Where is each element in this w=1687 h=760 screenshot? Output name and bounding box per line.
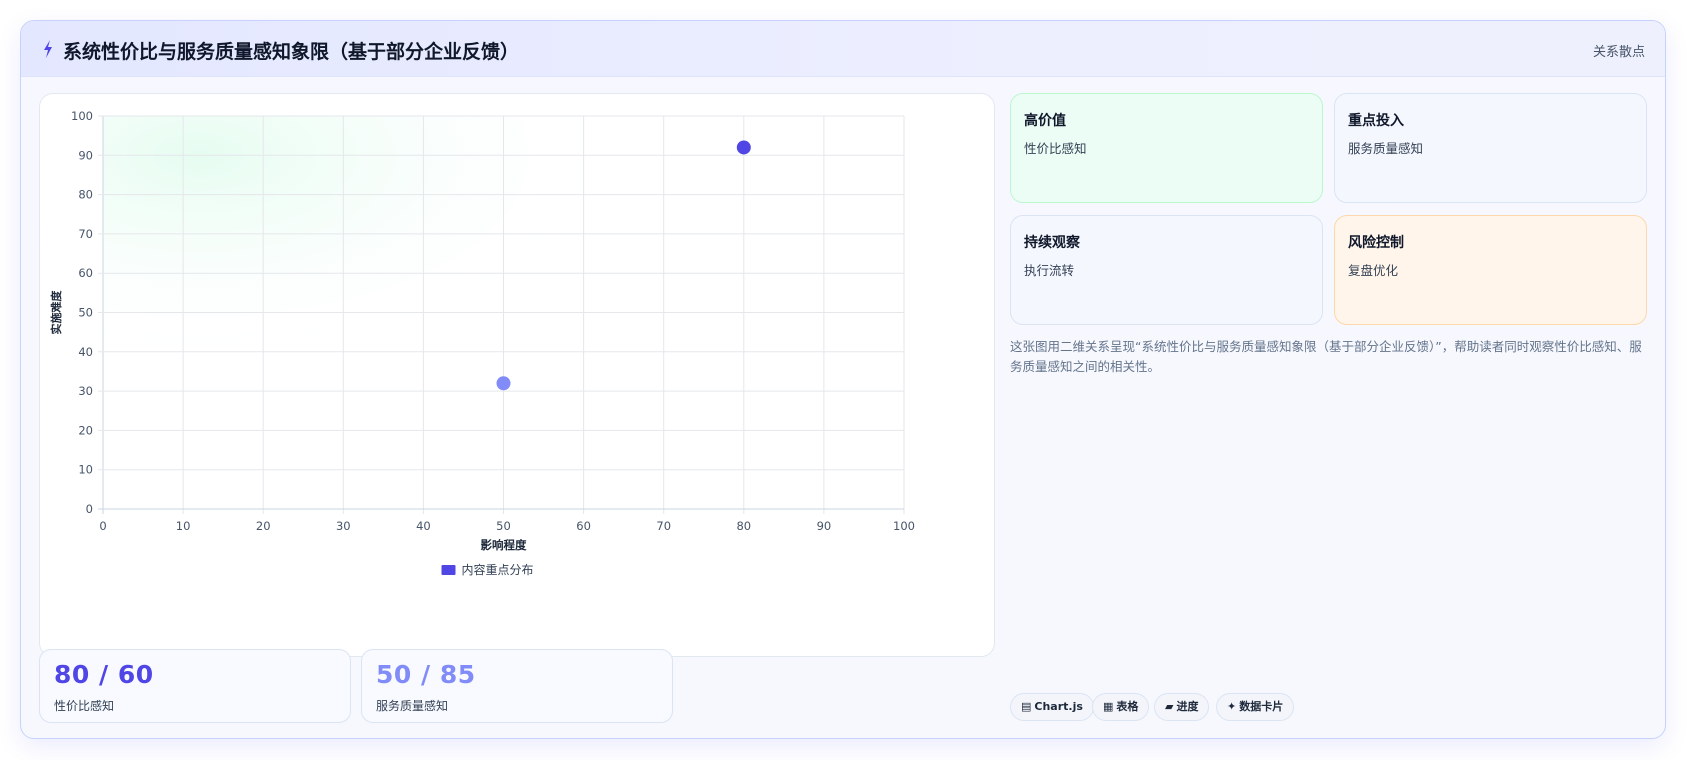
kpi-label: 性价比感知 [54, 699, 115, 713]
x-tick-label: 80 [736, 519, 751, 533]
lightning-icon [44, 40, 52, 58]
quadrant-subtitle: 执行流转 [1024, 263, 1075, 278]
kpi-card-service-perception: 50 / 85 服务质量感知 [361, 649, 673, 723]
quadrant-title: 重点投入 [1348, 113, 1404, 129]
y-tick-label: 70 [78, 227, 93, 241]
x-tick-label: 30 [336, 519, 351, 533]
quadrant-card-risk-control: 风险控制 复盘优化 [1334, 215, 1647, 325]
y-tick-label: 60 [78, 266, 93, 280]
y-tick-label: 30 [78, 384, 93, 398]
x-tick-label: 50 [496, 519, 511, 533]
kpi-label: 服务质量感知 [376, 699, 449, 713]
y-tick-label: 0 [86, 502, 93, 516]
scatter-point[interactable] [736, 140, 751, 155]
kpi-card-value-perception: 80 / 60 性价比感知 [39, 649, 351, 723]
y-tick-label: 80 [78, 188, 93, 202]
quadrant-subtitle: 服务质量感知 [1348, 141, 1424, 156]
page-title: 系统性价比与服务质量感知象限（基于部分企业反馈） [63, 41, 520, 63]
chip-label: 进度 [1176, 700, 1199, 713]
chip-data-card[interactable]: ✦ 数据卡片 [1216, 693, 1295, 721]
chart-type-tag: 关系散点 [1592, 45, 1645, 60]
chip-chartjs[interactable]: ▤ Chart.js [1010, 693, 1094, 721]
kpi-value: 80 / 60 [54, 660, 154, 689]
scatter-chart-card: 0 10 20 30 40 50 60 70 80 90 100 0 10 20 30 40 50 60 70 80 9… [39, 93, 995, 657]
progress-icon: ▰ [1165, 700, 1174, 713]
y-axis-label: 实施难度 [49, 290, 63, 335]
y-tick-label: 90 [78, 148, 93, 162]
quadrant-card-high-value: 高价值 性价比感知 [1010, 93, 1323, 203]
chart-panel: 系统性价比与服务质量感知象限（基于部分企业反馈） 关系散点 0 10 20 30 40 5… [20, 20, 1666, 739]
chip-progress[interactable]: ▰ 进度 [1154, 693, 1210, 721]
x-tick-label: 60 [576, 519, 591, 533]
x-axis-label: 影响程度 [481, 538, 527, 552]
x-tick-label: 10 [176, 519, 191, 533]
chip-label: 数据卡片 [1239, 700, 1284, 713]
x-tick-label: 0 [99, 519, 106, 533]
scatter-chart: 0 10 20 30 40 50 60 70 80 90 100 0 10 20 30 40 50 60 70 80 9… [49, 109, 915, 577]
y-tick-label: 50 [78, 306, 93, 320]
quadrant-title: 持续观察 [1024, 235, 1080, 251]
chart-legend[interactable]: 内容重点分布 [441, 562, 534, 577]
sparkle-icon: ✦ [1227, 700, 1237, 713]
y-tick-label: 100 [71, 109, 93, 123]
chip-label: 表格 [1116, 700, 1139, 713]
quadrant-title: 高价值 [1024, 113, 1066, 129]
chart-description: 这张图用二维关系呈现“系统性价比与服务质量感知象限（基于部分企业反馈）”，帮助读… [1010, 339, 1642, 374]
x-tick-label: 20 [256, 519, 271, 533]
quadrant-card-key-investment: 重点投入 服务质量感知 [1334, 93, 1647, 203]
chip-label: Chart.js [1034, 700, 1083, 713]
kpi-value: 50 / 85 [376, 660, 476, 689]
x-tick-label: 40 [416, 519, 431, 533]
chart-icon: ▤ [1021, 700, 1032, 713]
table-icon: ▦ [1103, 700, 1114, 713]
panel-header: 系统性价比与服务质量感知象限（基于部分企业反馈） 关系散点 [21, 21, 1665, 77]
chip-table[interactable]: ▦ 表格 [1092, 693, 1150, 721]
y-tick-label: 40 [78, 345, 93, 359]
legend-swatch [441, 565, 456, 575]
y-tick-label: 20 [78, 423, 93, 437]
quadrant-subtitle: 复盘优化 [1348, 263, 1399, 278]
quadrant-title: 风险控制 [1348, 235, 1404, 251]
scatter-point[interactable] [496, 376, 511, 391]
y-tick-label: 10 [78, 463, 93, 477]
x-tick-label: 100 [893, 519, 915, 533]
x-tick-label: 90 [817, 519, 832, 533]
legend-label: 内容重点分布 [462, 562, 534, 577]
quadrant-subtitle: 性价比感知 [1024, 141, 1087, 156]
x-tick-label: 70 [656, 519, 671, 533]
quadrant-card-observe: 持续观察 执行流转 [1010, 215, 1323, 325]
